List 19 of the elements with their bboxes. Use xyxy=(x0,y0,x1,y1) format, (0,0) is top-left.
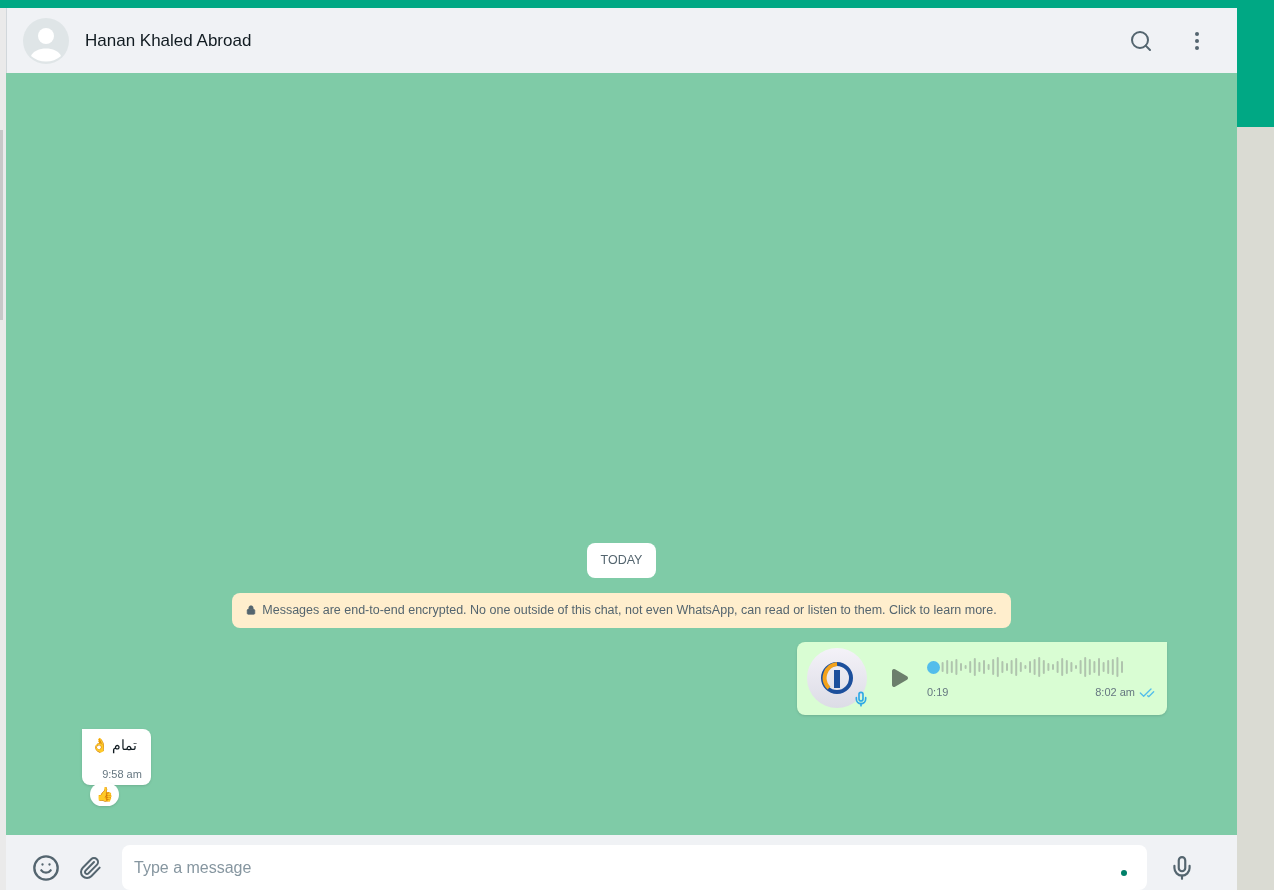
playback-thumb[interactable] xyxy=(927,660,940,674)
paperclip-icon xyxy=(78,855,102,880)
voice-duration: 0:19 xyxy=(927,685,949,701)
encryption-notice[interactable]: Messages are end-to-end encrypted. No one outside of this chat, not even WhatsApp, can read or listen to them. Click to learn more. xyxy=(232,592,1011,628)
contact-name[interactable]: Hanan Khaled Abroad xyxy=(85,27,252,54)
message-input[interactable]: Type a message xyxy=(122,845,1147,890)
microphone-icon xyxy=(853,690,869,708)
message-time: 8:02 am xyxy=(1095,685,1135,701)
message-time: 9:58 am xyxy=(102,766,142,782)
emoji-button[interactable] xyxy=(32,853,60,882)
attach-button[interactable] xyxy=(78,855,102,880)
smiley-icon xyxy=(32,853,60,882)
message-text: تمام 👌 xyxy=(91,735,138,756)
search-button[interactable] xyxy=(1129,28,1153,53)
logo-icon xyxy=(821,662,853,694)
search-icon xyxy=(1129,28,1153,53)
avatar-silhouette-icon xyxy=(23,17,69,64)
menu-icon xyxy=(1195,31,1199,50)
lock-icon xyxy=(246,605,257,616)
